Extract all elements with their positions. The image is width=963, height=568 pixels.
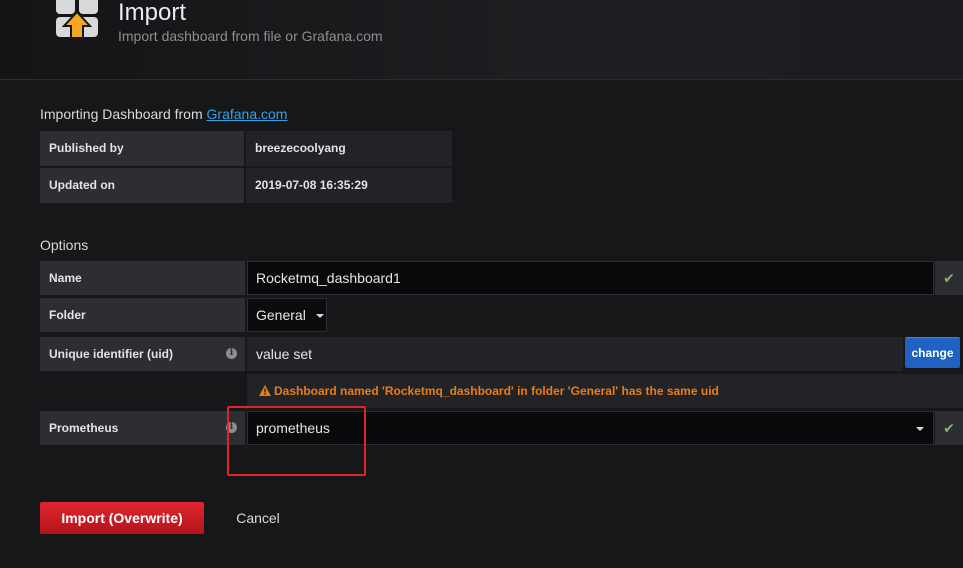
name-input[interactable]: Rocketmq_dashboard1 <box>247 261 934 295</box>
chevron-down-icon <box>315 314 324 319</box>
import-dashboard-icon <box>56 0 98 39</box>
folder-label: Folder <box>40 298 245 332</box>
updated-on-label: Updated on <box>40 168 244 203</box>
dashboard-info-table: Published by breezecoolyang Updated on 2… <box>40 131 452 205</box>
options-heading: Options <box>40 237 89 253</box>
highlight-annotation-box <box>227 406 366 476</box>
prometheus-label-text: Prometheus <box>49 421 119 435</box>
info-row-updated: Updated on 2019-07-08 16:35:29 <box>40 168 452 203</box>
published-by-label: Published by <box>40 131 244 166</box>
info-icon[interactable]: i <box>226 348 237 359</box>
page-header: Import Import dashboard from file or Gra… <box>0 0 963 80</box>
published-by-value: breezecoolyang <box>246 131 452 166</box>
page-subtitle: Import dashboard from file or Grafana.co… <box>118 28 383 44</box>
chevron-down-icon <box>916 427 924 431</box>
name-valid-check-icon: ✔ <box>935 261 963 295</box>
warning-icon <box>259 385 271 396</box>
uid-input[interactable]: value set <box>247 337 903 371</box>
name-label: Name <box>40 261 245 295</box>
uid-conflict-warning: Dashboard named 'Rocketmq_dashboard' in … <box>247 374 963 408</box>
updated-on-value: 2019-07-08 16:35:29 <box>246 168 452 203</box>
grafana-com-link[interactable]: Grafana.com <box>207 106 288 122</box>
page-title: Import <box>118 0 187 26</box>
folder-select-value: General <box>256 307 306 323</box>
folder-select[interactable]: General <box>247 298 327 332</box>
prometheus-label: Prometheus i <box>40 411 245 445</box>
cancel-button[interactable]: Cancel <box>222 502 294 534</box>
info-row-published: Published by breezecoolyang <box>40 131 452 166</box>
uid-label-text: Unique identifier (uid) <box>49 347 173 361</box>
import-overwrite-button[interactable]: Import (Overwrite) <box>40 502 204 534</box>
import-source: Importing Dashboard from Grafana.com <box>40 106 287 122</box>
prometheus-valid-check-icon: ✔ <box>935 411 963 445</box>
change-uid-button[interactable]: change <box>905 337 960 368</box>
warning-text: Dashboard named 'Rocketmq_dashboard' in … <box>274 384 719 398</box>
import-source-prefix: Importing Dashboard from <box>40 106 207 122</box>
uid-label: Unique identifier (uid) i <box>40 337 245 371</box>
